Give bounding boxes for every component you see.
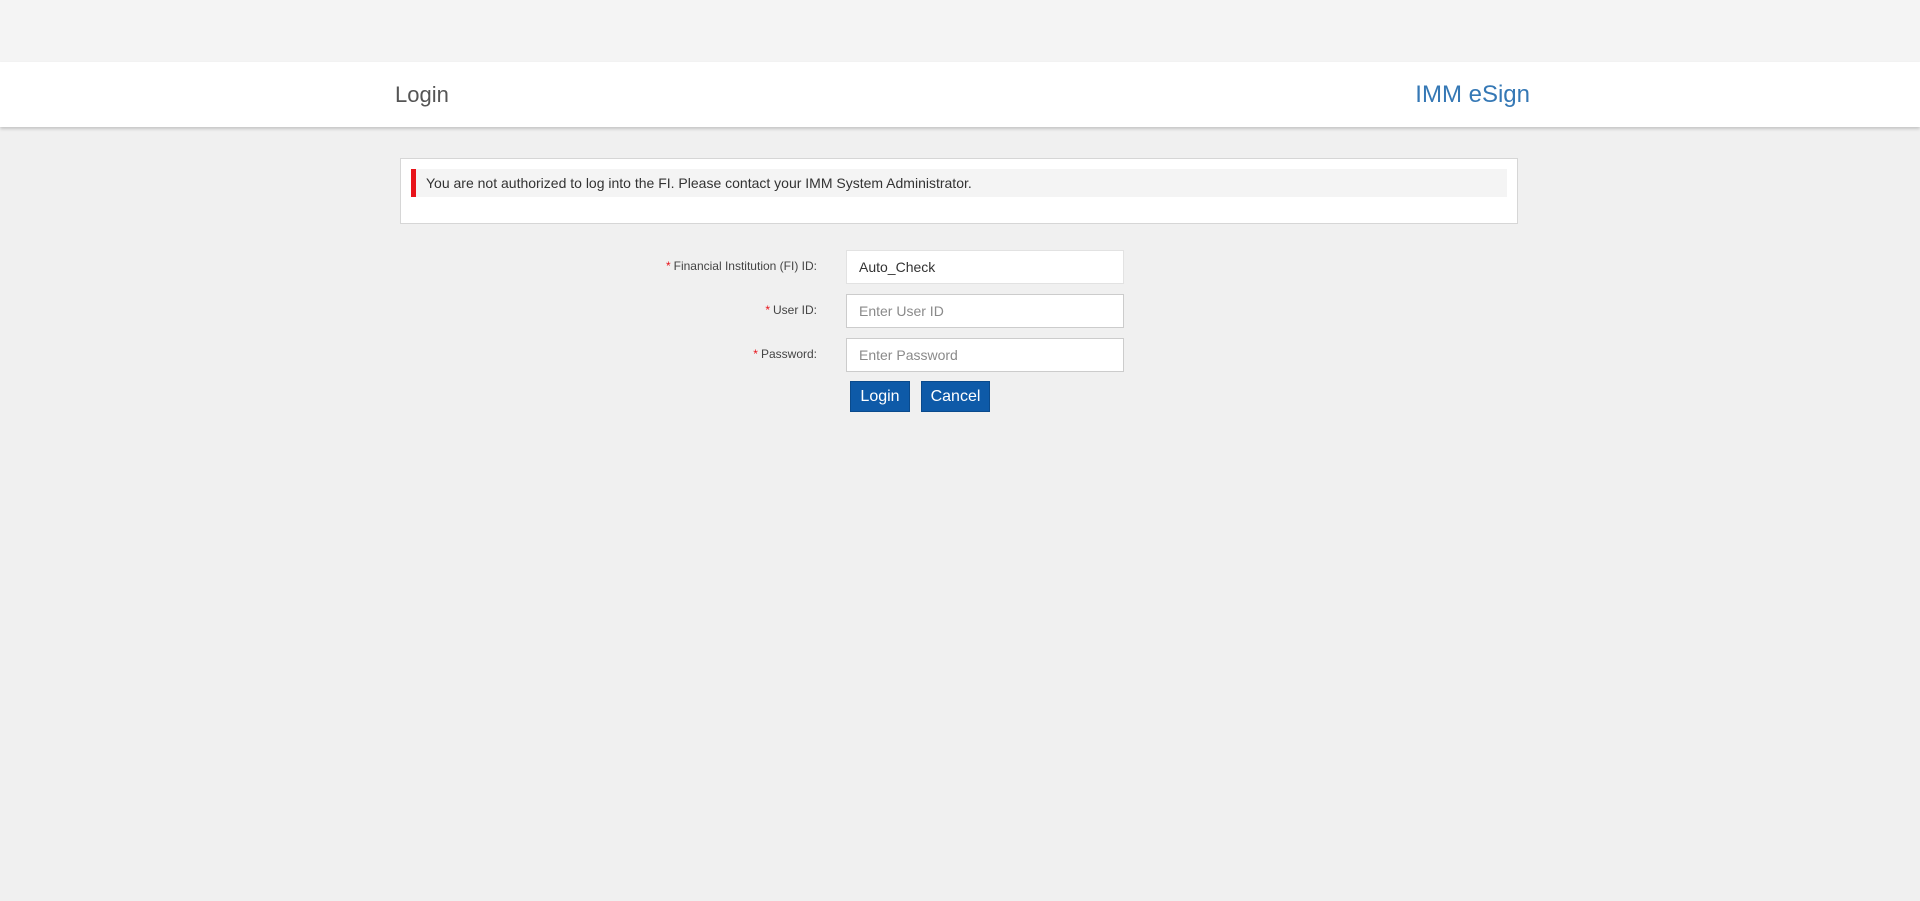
fi-id-input[interactable] bbox=[846, 250, 1124, 284]
alert-message: You are not authorized to log into the F… bbox=[426, 175, 972, 191]
required-marker: * bbox=[765, 303, 770, 317]
top-strip bbox=[0, 0, 1920, 62]
page-title: Login bbox=[395, 82, 449, 107]
cancel-button[interactable]: Cancel bbox=[921, 381, 990, 412]
alert-indicator-bar bbox=[411, 169, 416, 197]
fi-id-label-text: Financial Institution (FI) ID: bbox=[673, 259, 817, 273]
form-row-fi-id: * Financial Institution (FI) ID: bbox=[0, 250, 1920, 284]
fi-id-label: * Financial Institution (FI) ID: bbox=[666, 259, 817, 273]
alert-panel: You are not authorized to log into the F… bbox=[400, 158, 1518, 224]
password-label: * Password: bbox=[753, 347, 817, 361]
form-row-user-id: * User ID: bbox=[0, 294, 1920, 328]
password-input[interactable] bbox=[846, 338, 1124, 372]
form-row-password: * Password: bbox=[0, 338, 1920, 372]
user-id-label-text: User ID: bbox=[772, 303, 817, 317]
required-marker: * bbox=[753, 347, 758, 361]
header-bar: Login IMM eSign bbox=[0, 62, 1920, 127]
password-label-text: Password: bbox=[760, 347, 817, 361]
login-button[interactable]: Login bbox=[850, 381, 910, 412]
user-id-input[interactable] bbox=[846, 294, 1124, 328]
error-alert: You are not authorized to log into the F… bbox=[411, 169, 1507, 197]
required-marker: * bbox=[665, 259, 671, 273]
user-id-label: * User ID: bbox=[765, 303, 817, 317]
brand-title: IMM eSign bbox=[1415, 81, 1530, 108]
